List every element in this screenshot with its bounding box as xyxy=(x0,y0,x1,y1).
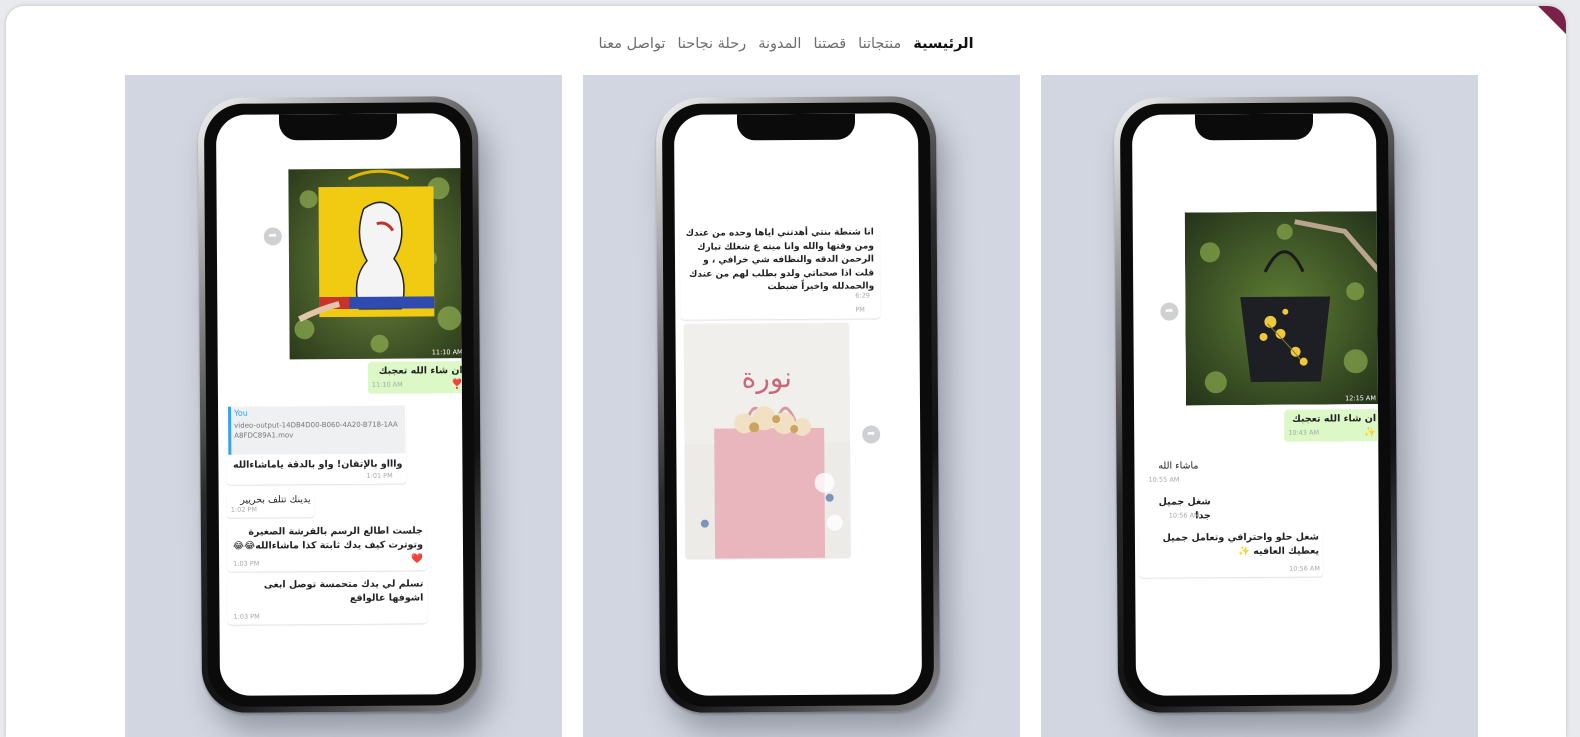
chat-screen: ➦ xyxy=(1131,113,1381,696)
chat-photo-black-bag[interactable]: 12:15 AM xyxy=(1184,211,1381,406)
incoming-reply-message: You video-output-14DB4D00-B060-4A20-B718… xyxy=(225,403,407,485)
share-arrow-icon[interactable]: ➦ xyxy=(1160,302,1179,321)
nav-blog[interactable]: المدونة xyxy=(758,36,801,52)
chat-screen: ➦ xyxy=(215,113,465,696)
message-time: 10:56 AM xyxy=(1289,564,1321,573)
chat-screen: انا شنطة بنتي أهدتني اياها وحده من عندك … xyxy=(673,113,923,696)
message-time: 10:55 AM xyxy=(1148,475,1180,484)
phone-mockup: ➦ xyxy=(197,96,483,713)
testimonial-panel-middle: انا شنطة بنتي أهدتني اياها وحده من عندك … xyxy=(583,75,1020,737)
phone-notch xyxy=(736,113,856,141)
outgoing-message: ان شاء الله تعجبك ❣️ 11:10 AM xyxy=(367,361,465,394)
phone-notch xyxy=(278,113,398,141)
photo-timestamp: 11:10 AM xyxy=(431,348,463,357)
message-text: تسلم لي يدك متحمسة توصل ابغى اشوفها عالو… xyxy=(263,578,424,604)
chat-photo-gift-bag[interactable]: نورة xyxy=(683,322,852,560)
incoming-message: شغل جميل جدا 10:56 AM xyxy=(1143,494,1213,522)
nav-home[interactable]: الرئيسية xyxy=(913,36,973,52)
nav-products[interactable]: منتجاتنا xyxy=(858,36,901,52)
nav-story[interactable]: قصتنا xyxy=(813,36,846,52)
phone-notch xyxy=(1194,113,1314,141)
message-time: 6:29 PM xyxy=(855,291,870,314)
reply-sender: You xyxy=(234,408,248,418)
corner-ribbon-icon xyxy=(1538,6,1566,34)
nav-contact[interactable]: تواصل معنا xyxy=(598,36,665,52)
incoming-message: ماشاء الله 10:55 AM xyxy=(1146,458,1200,486)
message-time: 10:56 AM xyxy=(1168,511,1200,520)
incoming-message: انا شنطة بنتي أهدتني اياها وحده من عندك … xyxy=(679,223,881,320)
incoming-message: شغل حلو واحترافي وتعامل جميل يعطيك العاف… xyxy=(1138,528,1324,578)
nav-success-journey[interactable]: رحلة نجاحنا xyxy=(677,36,746,52)
chat-photo-painted-bag[interactable]: 11:10 AM xyxy=(288,168,465,360)
message-time: 1:03 PM xyxy=(233,612,260,621)
message-time: 10:43 AM xyxy=(1288,428,1320,437)
message-text: انا شنطة بنتي أهدتني اياها وحده من عندك … xyxy=(685,227,875,293)
incoming-message: تسلم لي يدك متحمسة توصل ابغى اشوفها عالو… xyxy=(227,575,428,625)
message-text: ماشاء الله xyxy=(1158,460,1199,472)
incoming-message: جلست اطالع الرسم بالفرشة الصغيرة وتوترت … xyxy=(226,522,428,572)
brand-logo-text: نورة xyxy=(741,361,793,395)
phone-mockup: ➦ xyxy=(1113,96,1399,713)
outgoing-message: ان شاء الله تعجبك ✨ 10:43 AM xyxy=(1284,409,1381,442)
message-text: شغل حلو واحترافي وتعامل جميل يعطيك العاف… xyxy=(1162,531,1320,558)
photo-timestamp: 12:15 AM xyxy=(1345,394,1376,403)
page: الرئيسية منتجاتنا قصتنا المدونة رحلة نجا… xyxy=(6,6,1566,737)
message-time: 1:01 PM xyxy=(366,471,393,480)
testimonial-panel-right: ➦ 12:15 AM ان شاء الله تعجبك ✨ 10:43 AM … xyxy=(1041,75,1478,737)
message-time: 11:10 AM xyxy=(371,380,403,389)
testimonial-panel-left: ➦ 11:10 AM ان شاء الله تعجبك ❣️ 11:10 AM… xyxy=(125,75,562,737)
share-arrow-icon[interactable]: ➦ xyxy=(263,227,282,246)
reply-file-name: video-output-14DB4D00-B060-4A20-B718-1AA… xyxy=(234,420,398,440)
message-time: 1:03 PM xyxy=(233,559,260,568)
share-arrow-icon[interactable]: ➦ xyxy=(862,425,881,444)
quoted-reply[interactable]: You video-output-14DB4D00-B060-4A20-B718… xyxy=(228,405,406,455)
incoming-message: يدينك تتلف بحريير 1:02 PM xyxy=(226,491,315,518)
message-time: 1:02 PM xyxy=(230,505,257,514)
phone-mockup: انا شنطة بنتي أهدتني اياها وحده من عندك … xyxy=(655,96,941,713)
main-nav: الرئيسية منتجاتنا قصتنا المدونة رحلة نجا… xyxy=(6,36,1566,52)
